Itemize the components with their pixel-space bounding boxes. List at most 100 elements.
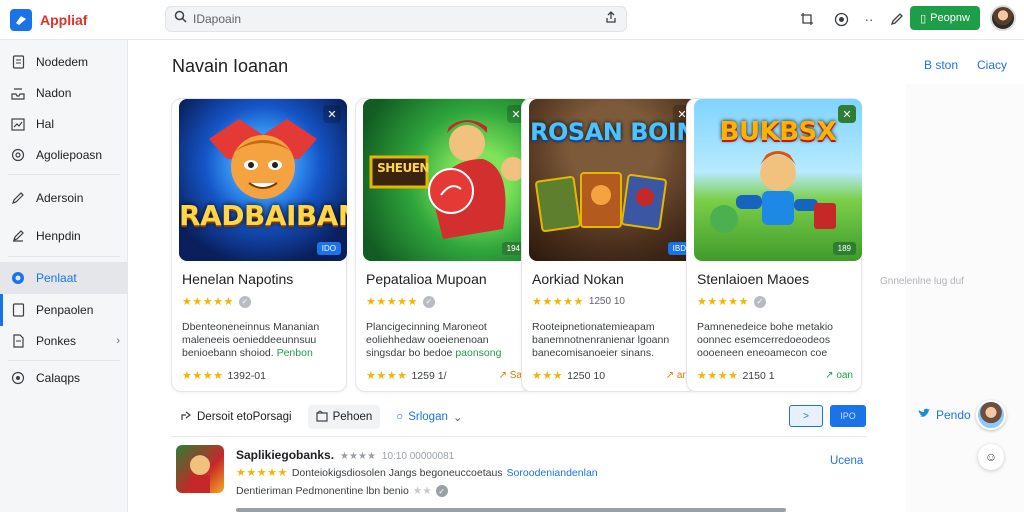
app-thumbnail[interactable]: BUKBSX ✕ 189 [694,99,862,261]
sidebar-item-adersoin[interactable]: Adersoin [0,182,128,214]
user-avatar[interactable] [990,5,1016,31]
close-link[interactable]: Ciacy [977,58,1007,72]
card-title[interactable]: Henelan Napotins [182,271,293,287]
description-line: singsdar bo bedoe paonsong [366,347,522,360]
primary-action-label: Peopnw [930,12,970,24]
sidebar-item-hal[interactable]: Hal [0,108,128,140]
sidebar-item-label: Nadon [36,86,72,100]
circle-icon: ○ [396,411,404,423]
sidebar-item-label: Penpaolen [36,303,94,317]
sidebar-item-label: Adersoin [36,191,84,205]
sidebar-item-ponkes[interactable]: Ponkes › [0,325,128,357]
record-icon[interactable] [830,8,852,30]
sidebar-item-label: Hal [36,117,55,131]
card-meta[interactable]: ↗ Sa [499,370,522,381]
list-item-meta: Dentieriman Pedmonentine lbn benio ★★ ✓ [236,485,448,497]
next-button[interactable]: > [789,405,823,427]
filter-dropdown[interactable]: ○ Srlogan ⌄ [388,405,470,429]
filter-chip-account[interactable]: Dersoit etoPorsagi [172,405,300,429]
document-icon [10,54,26,70]
settings-icon [10,370,26,386]
list-item-thumbnail[interactable] [176,445,224,493]
app-thumbnail[interactable]: SHEUEN ✕ 194 [363,99,531,261]
app-card[interactable]: BUKBSX ✕ 189 Stenlaioen Maoes ★★★★★ ✓ Pa… [686,98,862,392]
character-illustration [369,120,525,239]
close-icon[interactable]: ✕ [838,105,856,123]
card-meta[interactable]: ↗ oan [825,370,853,381]
card-title[interactable]: Stenlaioen Maoes [697,271,809,287]
filter-chip-label: Pehoen [332,411,373,423]
description-line: banecomisanoeier sinans. [532,347,654,359]
card-description: Plancigecinning Maroneot eoliehhedaw ooe… [366,321,522,360]
file-icon [10,333,26,349]
card-meta[interactable]: ↗ an [666,370,688,381]
search-input[interactable] [193,12,598,26]
list-item-title[interactable]: Saplikiegobanks. ★★★★ 10:10 00000081 [236,448,454,462]
app-logo-icon [10,9,32,31]
star-rating-icon: ★★★★★ [182,296,234,308]
user-avatar[interactable] [976,400,1006,430]
circle-icon [10,147,26,163]
description-link[interactable]: Penbon [277,347,313,359]
sidebar-item-henpdin[interactable]: Henpdin [0,220,128,252]
page-icon [10,302,26,318]
globe-icon [10,270,26,286]
list-item-action[interactable]: Ucena [830,455,863,467]
app-card[interactable]: SHEUEN ✕ 194 Pepatalioa Mupoan ★★★★★ ✓ P… [355,98,531,392]
chevron-right-icon[interactable]: › [116,335,120,347]
card-footer-value: 1250 10 [567,369,606,382]
share-icon[interactable] [604,10,618,29]
primary-action-button[interactable]: ▯ Peopnw [910,6,980,30]
description-link[interactable]: paonsong [455,347,501,359]
filter-chip-label: Dersoit etoPorsagi [197,411,292,423]
sidebar-item-label: Nodedem [36,55,89,69]
sidebar-item-calaqps[interactable]: Calaqps [0,362,128,394]
twitter-icon [918,408,930,422]
description-line: Dbenteoneneinnus Mananian [182,321,320,333]
card-rating: ★★★★★ ✓ [366,295,435,308]
star-rating-icon: ★★★★ [340,451,376,462]
twitter-link[interactable]: Pendo [918,408,971,422]
app-card[interactable]: ROSAN BOIN ✕ IBD Aorkiad Nokan ★★★★★ 125… [521,98,697,392]
description-line: eoliehhedaw ooeienenoan [366,334,489,346]
thumbnail-badge: IDO [316,242,341,255]
card-title[interactable]: Aorkiad Nokan [532,271,624,287]
sidebar-item-label: Calaqps [36,371,81,385]
sidebar-item-nadon[interactable]: Nadon [0,77,128,109]
card-footer: ★★★★ 2150 1 ↗ oan [697,369,853,383]
app-thumbnail[interactable]: RADBAIBAN ✕ IDO [179,99,347,261]
sidebar-item-penlaat[interactable]: Penlaat [0,262,128,294]
horizontal-scrollbar[interactable] [236,508,786,512]
card-title[interactable]: Pepatalioa Mupoan [366,271,487,287]
sidebar-item-penpaolen[interactable]: Penpaolen [0,294,128,326]
assistant-icon[interactable]: ☺ [978,444,1004,470]
pen-icon[interactable] [886,8,908,30]
crop-icon[interactable] [796,8,818,30]
sidebar-item-label: Agoliepoasn [36,148,103,162]
list-item-desc-link[interactable]: Soroodeniandenlan [507,467,598,479]
star-rating-icon: ★★★★ [182,370,224,382]
apply-button[interactable]: IPO [830,405,866,427]
sidebar-item-label: Penlaat [36,271,77,285]
brand[interactable]: Appliaf [10,9,87,31]
app-thumbnail[interactable]: ROSAN BOIN ✕ IBD [529,99,697,261]
sidebar-item-label: Henpdin [36,229,81,243]
card-description: Pamnenedeice bohe metakio oonnec esemcer… [697,321,853,360]
store-link[interactable]: B ston [924,58,958,72]
more-icon[interactable]: ·· [864,8,874,30]
description-line: Pamnenedeice bohe metakio [697,321,834,333]
sidebar-item-agoliepoasn[interactable]: Agoliepoasn [0,139,128,171]
search-box[interactable] [165,6,627,32]
verified-icon: ✓ [422,295,435,308]
edit-icon [10,228,26,244]
description-line: Plancigecinning Maroneot [366,321,487,333]
sidebar-item-nodedem[interactable]: Nodedem [0,46,128,78]
divider [172,436,866,437]
filter-row: Dersoit etoPorsagi Pehoen ○ Srlogan ⌄ [172,404,471,430]
app-card[interactable]: RADBAIBAN ✕ IDO Henelan Napotins ★★★★★ ✓… [171,98,347,392]
close-icon[interactable]: ✕ [323,105,341,123]
description-line: benioebann shoiod. Penbon [182,347,338,360]
star-rating-icon: ★★★ [532,370,564,382]
filter-chip-pehoen[interactable]: Pehoen [307,405,381,429]
search-icon [174,10,187,28]
